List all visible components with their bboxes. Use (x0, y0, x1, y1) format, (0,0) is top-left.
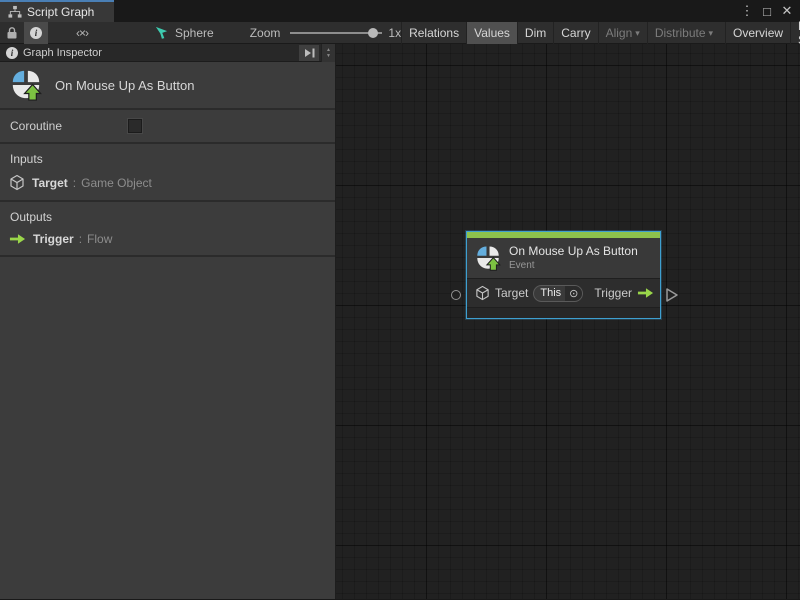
fullscreen-button[interactable]: Full Screen (790, 19, 800, 47)
unit-title-section: On Mouse Up As Button (0, 62, 335, 110)
values-button[interactable]: Values (466, 21, 517, 44)
node-header[interactable]: On Mouse Up As Button Event (467, 238, 660, 278)
chevron-down-icon: ▾ (708, 28, 714, 38)
graph-pointer-icon (154, 25, 169, 40)
lock-icon (6, 26, 18, 40)
graph-inspector-panel: i Graph Inspector ▲ ▼ On Mouse Up As But… (0, 43, 336, 599)
input-name: Target (32, 175, 68, 190)
on-mouse-up-as-button-node[interactable]: On Mouse Up As Button Event Target This … (451, 231, 678, 319)
graph-inspector-title: Graph Inspector (23, 46, 102, 59)
dim-button[interactable]: Dim (516, 21, 553, 44)
graph-inspector-header: i Graph Inspector ▲ ▼ (0, 43, 335, 62)
panel-scrubber[interactable]: ▲ ▼ (321, 43, 335, 62)
mouse-up-button-icon (10, 69, 42, 101)
chevron-down-icon[interactable]: ▼ (326, 53, 331, 59)
dock-panel-button[interactable] (299, 44, 319, 61)
flow-arrow-icon (9, 233, 26, 245)
toolbar-button-group: Relations Values Dim Carry Align ▾ Distr… (401, 19, 800, 47)
output-name: Trigger (33, 232, 74, 246)
cube-icon (9, 174, 25, 191)
node-footer (467, 307, 660, 318)
coroutine-row: Coroutine (0, 110, 335, 144)
output-separator: : (78, 232, 83, 246)
info-icon: i (30, 26, 42, 39)
zoom-control: Zoom 1x (250, 26, 401, 40)
inspector-empty-area (0, 257, 335, 599)
coroutine-checkbox[interactable] (128, 119, 142, 133)
button-label: Align (605, 25, 633, 40)
selection-label: Sphere (175, 25, 214, 40)
node-title: On Mouse Up As Button (509, 244, 638, 258)
button-label: Dim (524, 25, 547, 40)
tab-label: Script Graph (27, 5, 95, 19)
window-titlebar: Script Graph ⋮ □ ✕ (0, 0, 800, 22)
dock-icon (304, 48, 314, 57)
window-controls: ⋮ □ ✕ (738, 0, 796, 22)
input-connection-port[interactable] (451, 290, 461, 300)
output-type: Flow (87, 232, 113, 246)
info-toggle-button[interactable]: i (24, 21, 48, 44)
button-label: Carry (561, 25, 591, 40)
button-label: Distribute (654, 25, 706, 40)
graph-canvas[interactable]: On Mouse Up As Button Event Target This … (336, 44, 800, 599)
tab-script-graph[interactable]: Script Graph (0, 0, 114, 22)
outputs-section: Outputs Trigger : Flow (0, 202, 335, 257)
input-separator: : (72, 175, 77, 190)
trigger-port-label: Trigger (594, 286, 632, 300)
target-value-picker[interactable]: This ⊙ (533, 284, 584, 302)
object-picker-icon[interactable]: ⊙ (565, 285, 583, 301)
unit-title: On Mouse Up As Button (55, 77, 195, 93)
info-icon: i (6, 46, 18, 59)
output-connection-port[interactable] (665, 287, 679, 303)
cube-icon (475, 285, 490, 301)
input-row-target: Target : Game Object (0, 174, 335, 191)
selection-context-button[interactable]: Sphere (154, 25, 214, 40)
button-label: Overview (733, 25, 784, 40)
maximize-icon[interactable]: □ (758, 4, 776, 19)
relations-button[interactable]: Relations (401, 21, 466, 44)
zoom-slider[interactable] (290, 27, 383, 38)
flow-arrow-icon (637, 287, 654, 299)
coroutine-label: Coroutine (10, 119, 63, 133)
close-icon[interactable]: ✕ (778, 3, 796, 19)
target-port-label: Target (495, 286, 529, 300)
output-row-trigger: Trigger : Flow (0, 232, 335, 246)
button-label: Values (474, 25, 510, 40)
graph-tab-icon (8, 5, 22, 19)
window-menu-icon[interactable]: ⋮ (738, 3, 756, 19)
chevron-down-icon: ▾ (635, 28, 640, 38)
overview-button[interactable]: Overview (725, 21, 790, 44)
inputs-heading: Inputs (10, 152, 43, 166)
outputs-heading: Outputs (10, 210, 53, 224)
input-type: Game Object (81, 175, 152, 190)
inputs-section: Inputs Target : Game Object (0, 144, 335, 202)
node-port-row: Target This ⊙ Trigger (467, 278, 660, 307)
align-dropdown-button[interactable]: Align ▾ (597, 21, 647, 44)
lock-button[interactable] (0, 22, 24, 44)
target-value: This (540, 287, 562, 299)
distribute-dropdown-button[interactable]: Distribute ▾ (646, 21, 720, 44)
zoom-value: 1x (388, 25, 402, 40)
graph-toolbar: i ‹×› Sphere Zoom 1x Relations Values Di… (0, 19, 800, 47)
code-view-button[interactable]: ‹×› (70, 22, 94, 44)
zoom-slider-handle[interactable] (368, 27, 379, 38)
mouse-up-button-icon (475, 245, 501, 271)
button-label: Relations (409, 25, 460, 40)
node-subtitle: Event (509, 260, 535, 271)
code-icon: ‹×› (76, 25, 89, 40)
carry-button[interactable]: Carry (553, 21, 597, 44)
zoom-label: Zoom (249, 25, 281, 40)
